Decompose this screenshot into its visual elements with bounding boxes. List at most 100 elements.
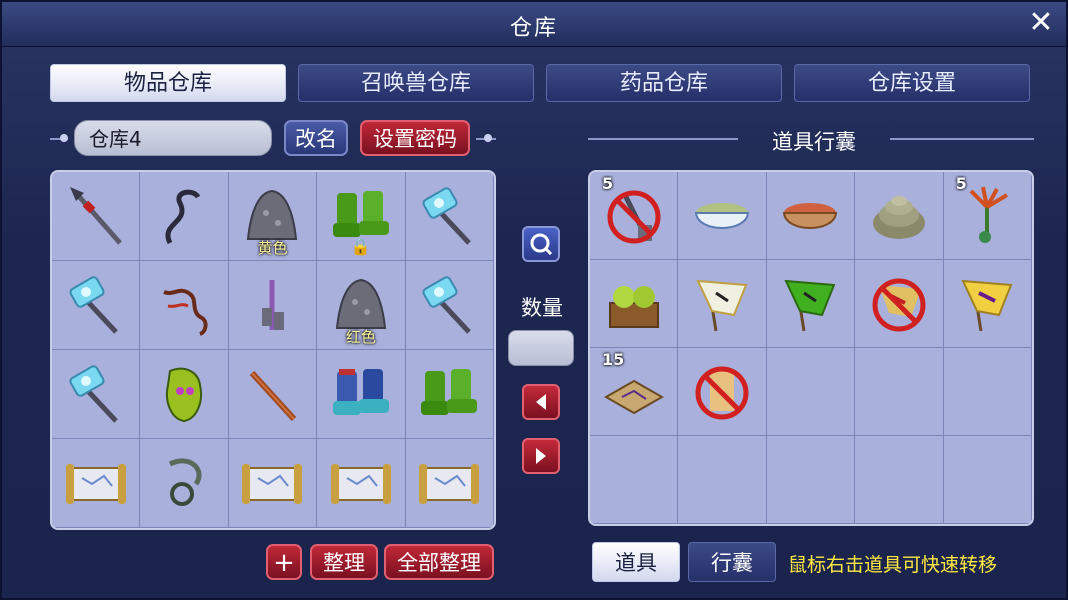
inventory-slot[interactable] (766, 260, 856, 348)
green-flag-icon (784, 279, 836, 331)
inventory-slot[interactable] (678, 260, 767, 348)
white-flag-icon (696, 279, 748, 331)
warehouse-slot[interactable] (317, 350, 406, 439)
warehouse-slot[interactable] (228, 439, 318, 528)
yellow-flag-icon (961, 279, 1013, 331)
wooden-staff-icon (250, 370, 297, 422)
warehouse-slot[interactable] (52, 439, 141, 528)
inventory-slot[interactable] (766, 348, 856, 436)
add-button[interactable]: + (266, 544, 302, 580)
set-password-button[interactable]: 设置密码 (360, 120, 470, 156)
warehouse-slot[interactable] (405, 439, 494, 528)
item-count: 5 (955, 174, 967, 193)
search-icon (530, 233, 553, 256)
divider-pip (484, 134, 492, 142)
rename-button[interactable]: 改名 (284, 120, 348, 156)
claw-ring-icon (168, 458, 202, 506)
inventory-slot[interactable] (943, 260, 1032, 348)
sort-all-button[interactable]: 全部整理 (384, 544, 494, 580)
vine-icon (163, 288, 208, 336)
green-soup-bowl-icon (694, 202, 750, 229)
warehouse-slot[interactable] (52, 172, 141, 261)
inventory-slot[interactable]: 5 (943, 172, 1032, 260)
quantity-field[interactable] (508, 330, 574, 366)
warehouse-slot[interactable] (140, 439, 229, 528)
warehouse-slot[interactable] (405, 172, 494, 261)
inventory-slot[interactable] (855, 260, 944, 348)
tab-warehouse-settings[interactable]: 仓库设置 (794, 64, 1030, 102)
inventory-slot[interactable] (766, 436, 856, 524)
divider (588, 138, 738, 140)
spear-icon (69, 187, 122, 245)
inventory-slot[interactable] (590, 260, 679, 348)
warehouse-window: 仓库 ✕ 物品仓库 召唤兽仓库 药品仓库 仓库设置 仓库4 改名 设置密码 道具… (0, 0, 1068, 600)
ice-hammer-icon (422, 276, 472, 334)
tab-pet-warehouse[interactable]: 召唤兽仓库 (298, 64, 534, 102)
tab-items[interactable]: 道具 (592, 542, 680, 582)
ice-hammer-icon (69, 365, 118, 423)
arrow-left-icon (536, 394, 546, 410)
divider (890, 138, 1034, 140)
move-left-button[interactable] (522, 384, 560, 420)
scroll-icon (419, 464, 480, 504)
arrow-right-icon (536, 448, 546, 464)
scroll-icon (330, 464, 391, 504)
inventory-slot[interactable] (678, 436, 767, 524)
warehouse-slot[interactable] (228, 261, 318, 350)
inventory-slot[interactable] (678, 172, 767, 260)
warehouse-slot[interactable]: 黄色 (228, 172, 318, 261)
search-button[interactable] (522, 226, 560, 262)
inventory-slot[interactable] (943, 436, 1032, 524)
item-count: 15 (602, 350, 625, 369)
green-boots-icon (421, 369, 478, 415)
tab-medicine-warehouse[interactable]: 药品仓库 (546, 64, 782, 102)
transfer-hint: 鼠标右击道具可快速转移 (788, 554, 998, 576)
inventory-slot[interactable] (766, 172, 856, 260)
forbidden-flag-icon (872, 278, 926, 331)
inventory-slot[interactable]: 5 (590, 172, 679, 260)
title-bar[interactable]: 仓库 ✕ (2, 2, 1066, 47)
blue-boots-icon (332, 369, 389, 415)
warehouse-slot[interactable] (228, 350, 318, 439)
scroll-icon (65, 464, 126, 504)
shell-icon (872, 195, 925, 239)
inventory-title: 道具行囊 (772, 130, 856, 154)
item-count: 5 (602, 174, 614, 193)
move-right-button[interactable] (522, 438, 560, 474)
warehouse-name-field[interactable]: 仓库4 (74, 120, 272, 156)
scroll-icon (242, 464, 303, 504)
warehouse-slot[interactable] (140, 261, 229, 350)
divider-pip (60, 134, 68, 142)
inventory-slot[interactable] (855, 348, 944, 436)
window-title: 仓库 (509, 16, 558, 41)
red-soup-bowl-icon (783, 202, 838, 229)
warehouse-slot[interactable] (405, 350, 494, 439)
inventory-slot[interactable]: 15 (590, 348, 679, 436)
inventory-slot[interactable] (678, 348, 767, 436)
inventory-slot[interactable] (855, 172, 944, 260)
warehouse-slot[interactable]: 红色 (317, 261, 406, 350)
warehouse-slot[interactable] (405, 261, 494, 350)
item-color-tag: 红色 (345, 328, 376, 346)
quantity-label: 数量 (521, 296, 563, 320)
warehouse-slot[interactable] (140, 350, 229, 439)
item-color-tag: 黄色 (257, 239, 288, 257)
green-armor-icon (166, 367, 203, 423)
inventory-slot[interactable] (943, 348, 1032, 436)
tab-item-warehouse[interactable]: 物品仓库 (50, 64, 286, 102)
warehouse-slot[interactable] (52, 261, 141, 350)
warehouse-slot[interactable]: 🔒 (317, 172, 406, 261)
inventory-grid: 5 5 15 (588, 170, 1034, 526)
sort-button[interactable]: 整理 (310, 544, 378, 580)
warehouse-slot[interactable] (52, 350, 141, 439)
lock-icon: 🔒 (350, 237, 371, 256)
close-icon[interactable]: ✕ (1026, 8, 1056, 38)
tab-bag[interactable]: 行囊 (688, 542, 776, 582)
warehouse-slot[interactable] (140, 172, 229, 261)
inventory-slot[interactable] (590, 436, 679, 524)
melon-box-icon (608, 285, 659, 328)
whip-icon (165, 189, 201, 245)
warehouse-grid: 黄色 🔒 红色 (50, 170, 496, 530)
warehouse-slot[interactable] (317, 439, 406, 528)
inventory-slot[interactable] (855, 436, 944, 524)
